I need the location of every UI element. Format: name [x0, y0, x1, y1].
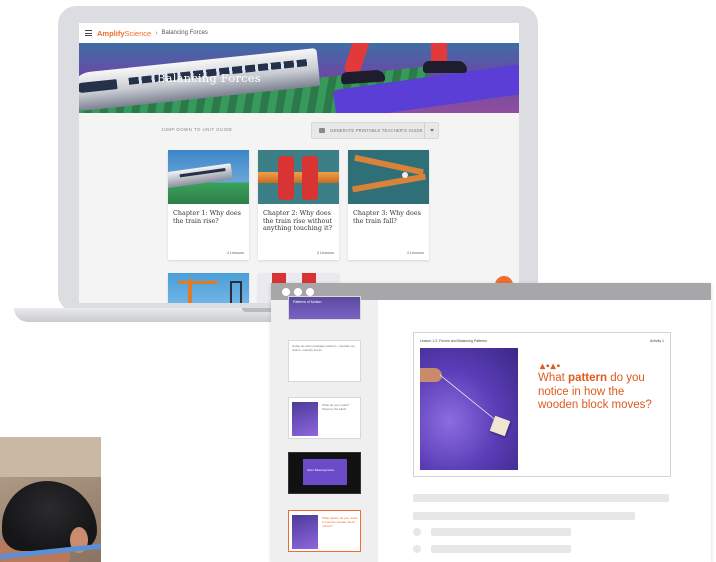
current-slide: Lesson 1.2: Forces and Balancing Pattern…: [413, 332, 671, 477]
thumbnail-photo: [292, 515, 318, 549]
breadcrumb[interactable]: Balancing Forces: [162, 30, 208, 36]
chapter-title: Chapter 1: Why does the train rise?: [173, 209, 241, 225]
slide-thumbnail-sidebar: Patterns of Motion Today we will investi…: [271, 296, 378, 562]
placeholder-line: [413, 494, 669, 502]
placeholder-line: [413, 512, 635, 520]
slide-activity-label: Activity 1: [649, 339, 664, 343]
unit-title: Balancing Forces: [157, 71, 261, 85]
slide-thumbnail-text: Today we will investigate patterns. • Ex…: [292, 344, 356, 352]
window-dot-icon[interactable]: [294, 287, 302, 296]
chevron-down-icon: [429, 129, 434, 132]
chapter-lesson-count: 3 Lessons: [316, 251, 334, 255]
string-line: [439, 374, 499, 423]
menu-icon[interactable]: [85, 30, 92, 36]
brand-logo-amplify[interactable]: Amplify: [97, 29, 125, 38]
slide-thumbnail[interactable]: Today we will investigate patterns. • Ex…: [288, 340, 361, 382]
jump-to-unit-guide-link[interactable]: JUMP DOWN TO UNIT GUIDE: [161, 127, 232, 132]
slide-thumbnail[interactable]: What do you notice? Observe the block.: [288, 397, 361, 439]
printer-icon: [319, 128, 325, 133]
slide-question-pre: What: [538, 372, 569, 384]
slide-thumbnail-text: Video: Balancing Forces: [307, 469, 335, 472]
activity-icons: ▴▪▴▪: [540, 361, 562, 372]
generate-teacher-guide-button[interactable]: GENERATE PRINTABLE TEACHER'S GUIDE: [311, 122, 439, 139]
chapter-title: Chapter 2: Why does the train rise witho…: [263, 209, 333, 233]
window-dot-icon[interactable]: [282, 287, 290, 296]
unit-toolbar: JUMP DOWN TO UNIT GUIDE GENERATE PRINTAB…: [79, 113, 519, 143]
placeholder-line: [431, 528, 571, 536]
chapter-image: [258, 150, 339, 204]
slide-question: What pattern do you notice in how the wo…: [538, 372, 666, 413]
chapter-image: [168, 273, 249, 303]
breadcrumb-separator: ›: [155, 29, 158, 37]
pendulum-photo: [420, 348, 518, 470]
chapter-image: [168, 150, 249, 204]
chapter-card[interactable]: Chapter 3: Why does the train fall? 4 Le…: [348, 150, 429, 260]
thumbnail-photo: [292, 402, 318, 436]
guide-dropdown-toggle[interactable]: [424, 123, 438, 138]
chapter-title: Chapter 3: Why does the train fall?: [353, 209, 421, 225]
marketing-composite: Amplify Science › Balancing Forces Balanc…: [0, 0, 716, 562]
hero-shoe: [423, 61, 467, 73]
placeholder-line: [431, 545, 571, 553]
chapter-card[interactable]: [168, 273, 249, 303]
generate-teacher-guide-label: GENERATE PRINTABLE TEACHER'S GUIDE: [330, 128, 423, 133]
slide-thumbnail[interactable]: Video: Balancing Forces: [288, 452, 361, 494]
student-photo: [0, 437, 101, 562]
laptop-screen: Amplify Science › Balancing Forces Balanc…: [79, 23, 519, 303]
placeholder-bullet: [413, 545, 421, 553]
slide-thumbnail-selected[interactable]: What pattern do you notice in how the wo…: [288, 510, 361, 552]
slide-header: Lesson 1.2: Forces and Balancing Pattern…: [420, 339, 487, 343]
window-dot-icon[interactable]: [306, 287, 314, 296]
chapter-card[interactable]: Chapter 1: Why does the train rise? 4 Le…: [168, 150, 249, 260]
placeholder-bullet: [413, 528, 421, 536]
slide-thumbnail-text: What do you notice? Observe the block.: [322, 403, 350, 411]
presentation-window: Patterns of Motion Today we will investi…: [271, 283, 711, 562]
slide-question-keyword: pattern: [568, 372, 608, 384]
unit-hero-banner: Balancing Forces: [79, 43, 519, 113]
slide-thumbnail[interactable]: Patterns of Motion: [288, 296, 361, 320]
chapter-lesson-count: 4 Lessons: [226, 251, 244, 255]
app-header: Amplify Science › Balancing Forces: [79, 23, 519, 43]
chapter-image: [348, 150, 429, 204]
chapter-card[interactable]: Chapter 2: Why does the train rise witho…: [258, 150, 339, 260]
thumbnail-video-frame: Video: Balancing Forces: [303, 459, 347, 485]
chapter-lesson-count: 4 Lessons: [406, 251, 424, 255]
slide-thumbnail-text: Patterns of Motion: [293, 300, 322, 304]
slide-thumbnail-text: What pattern do you notice in how the wo…: [322, 516, 358, 528]
brand-logo-science[interactable]: Science: [125, 29, 152, 38]
